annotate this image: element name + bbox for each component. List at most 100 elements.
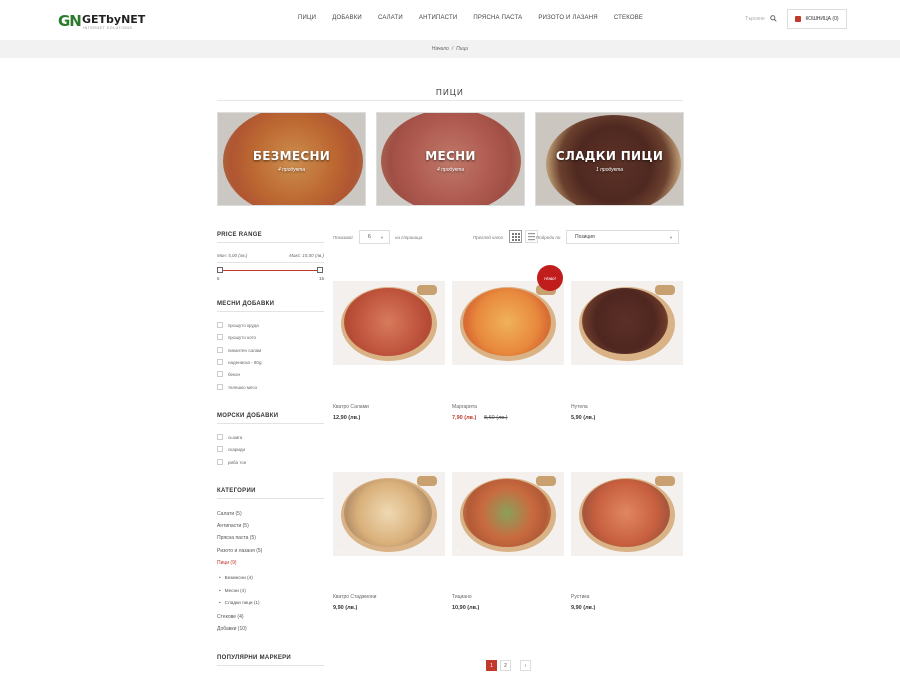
price-slider-min-handle[interactable] [217,267,223,273]
category-link-steaks[interactable]: Стекове (4) [217,614,244,620]
filter-checkbox[interactable]: телешко месо [217,384,257,390]
slider-min-value: 5 [217,276,220,281]
chevron-down-icon: ▼ [380,235,384,240]
checkbox[interactable] [217,322,223,328]
filter-label: прошуто круда [228,322,259,328]
filter-label: надениска - 80g [228,359,262,365]
checkbox[interactable] [217,459,223,465]
filter-label: риба тон [228,459,247,465]
price-max-label: Макс: 15,00 (лв.) [289,253,324,258]
filter-checkbox[interactable]: прошуто кото [217,334,256,340]
filter-checkbox[interactable]: прошуто круда [217,322,259,328]
category-count: 4 продукта [278,167,305,173]
category-title: МЕСНИ [425,149,476,163]
product-name[interactable]: Рустика [571,594,589,600]
product-name[interactable]: Тициано [452,594,472,600]
product-image[interactable]: ••• [452,472,564,556]
nav-item-toppings[interactable]: ДОБАВКИ [324,15,370,21]
page-button-1[interactable]: 1 [486,660,497,671]
price-range-title: PRICE RANGE [217,232,262,238]
per-page-select[interactable]: 6 ▼ [359,230,390,244]
product-price: 12,90 (лв.) [333,415,361,421]
filter-checkbox[interactable]: скариди [217,446,245,452]
product-image[interactable]: ••• [333,281,445,365]
checkbox[interactable] [217,446,223,452]
cart-button[interactable]: КОШНИЦА (0) [787,9,847,29]
product-name[interactable]: Кватро Стаджиони [333,594,376,600]
checkbox[interactable] [217,384,223,390]
sea-toppings-title: МОРСКИ ДОБАВКИ [217,413,279,419]
category-link-salads[interactable]: Салати (5) [217,511,242,517]
category-link-antipasti[interactable]: Антипасти (5) [217,523,249,529]
subcategory-link-sweet[interactable]: Сладки пици (1) [219,600,260,605]
category-link-risotto[interactable]: Ризото и лазаня (5) [217,548,262,554]
checkbox[interactable] [217,334,223,340]
sidebar-divider [217,311,324,312]
product-image[interactable]: ••• [452,281,564,365]
product-name[interactable]: Кватро Салами [333,404,369,410]
checkbox[interactable] [217,371,223,377]
show-label: Показвай [333,235,353,240]
subcategory-link-meatless[interactable]: Безмесни (4) [219,575,253,580]
logo[interactable]: GN GETbyNET INTERNET SOLUTIONS [58,12,145,32]
product-image[interactable]: ••• [571,472,683,556]
sort-select[interactable]: Позиция ▼ [566,230,679,244]
nav-item-antipasti[interactable]: АНТИПАСТИ [411,15,465,21]
price-slider-track[interactable] [220,270,320,271]
new-badge: Ново! [537,265,563,291]
subcategory-link-meat[interactable]: Месни (4) [219,588,246,593]
cart-label: КОШНИЦА (0) [805,16,839,22]
grid-icon [512,233,520,241]
category-banner-sweet[interactable]: СЛАДКИ ПИЦИ 1 продукта [535,112,684,206]
product-image[interactable]: ••• [333,472,445,556]
search-icon[interactable] [770,15,777,22]
logo-text: GETbyNET [82,13,146,26]
logo-mark: GN [58,12,82,30]
filter-checkbox[interactable]: надениска - 80g [217,359,261,365]
price-slider-max-handle[interactable] [317,267,323,273]
filter-label: бекон [228,371,241,377]
page-button-2[interactable]: 2 [500,660,511,671]
nav-item-risotto-lasagna[interactable]: РИЗОТО И ЛАЗАНЯ [530,15,605,21]
nav-item-fresh-pasta[interactable]: ПРЯСНА ПАСТА [465,15,530,21]
breadcrumb-home[interactable]: Начало [432,46,449,52]
product-name[interactable]: Нутела [571,404,588,410]
search-input[interactable]: Търсене [745,16,765,22]
checkbox[interactable] [217,347,223,353]
product-name[interactable]: Маргарита [452,404,477,410]
per-page-suffix: на страница [395,235,423,240]
filter-label: прошуто кото [228,334,257,340]
sidebar-divider [217,498,324,499]
checkbox[interactable] [217,359,223,365]
nav-item-steaks[interactable]: СТЕКОВЕ [606,15,651,21]
title-divider [217,100,683,101]
sidebar-divider [217,423,324,424]
watermark: ••• [456,549,460,553]
filter-checkbox[interactable]: пикантен салам [217,347,261,353]
cart-icon [795,16,802,22]
filter-checkbox[interactable]: сьомга [217,434,242,440]
next-page-button[interactable]: › [520,660,531,671]
search[interactable]: Търсене [745,15,777,22]
category-banner-meat[interactable]: МЕСНИ 4 продукта [376,112,525,206]
nav-item-pizzas[interactable]: ПИЦИ [290,15,324,21]
slider-max-value: 15 [319,276,325,281]
grid-view-button[interactable] [509,230,522,243]
checkbox[interactable] [217,434,223,440]
category-link-fresh-pasta[interactable]: Прясна паста (5) [217,535,256,541]
category-link-pizzas[interactable]: Пици (9) [217,560,237,566]
breadcrumb-separator: / [451,46,454,52]
category-link-toppings[interactable]: Добавки (10) [217,626,247,632]
product-image[interactable]: ••• [571,281,683,365]
categories-title: КАТЕГОРИИ [217,488,256,494]
filter-checkbox[interactable]: бекон [217,371,240,377]
product-sale-price: 7,90 (лв.) [452,415,477,421]
filter-label: пикантен салам [228,347,262,353]
sidebar-divider [217,262,324,263]
category-banner-meatless[interactable]: БЕЗМЕСНИ 4 продукта [217,112,366,206]
nav-item-salads[interactable]: САЛАТИ [370,15,411,21]
price-min-label: Мин: 5,00 (лв.) [217,253,248,258]
filter-checkbox[interactable]: риба тон [217,459,246,465]
product-price: 5,90 (лв.) [571,415,596,421]
filter-label: скариди [228,446,245,452]
